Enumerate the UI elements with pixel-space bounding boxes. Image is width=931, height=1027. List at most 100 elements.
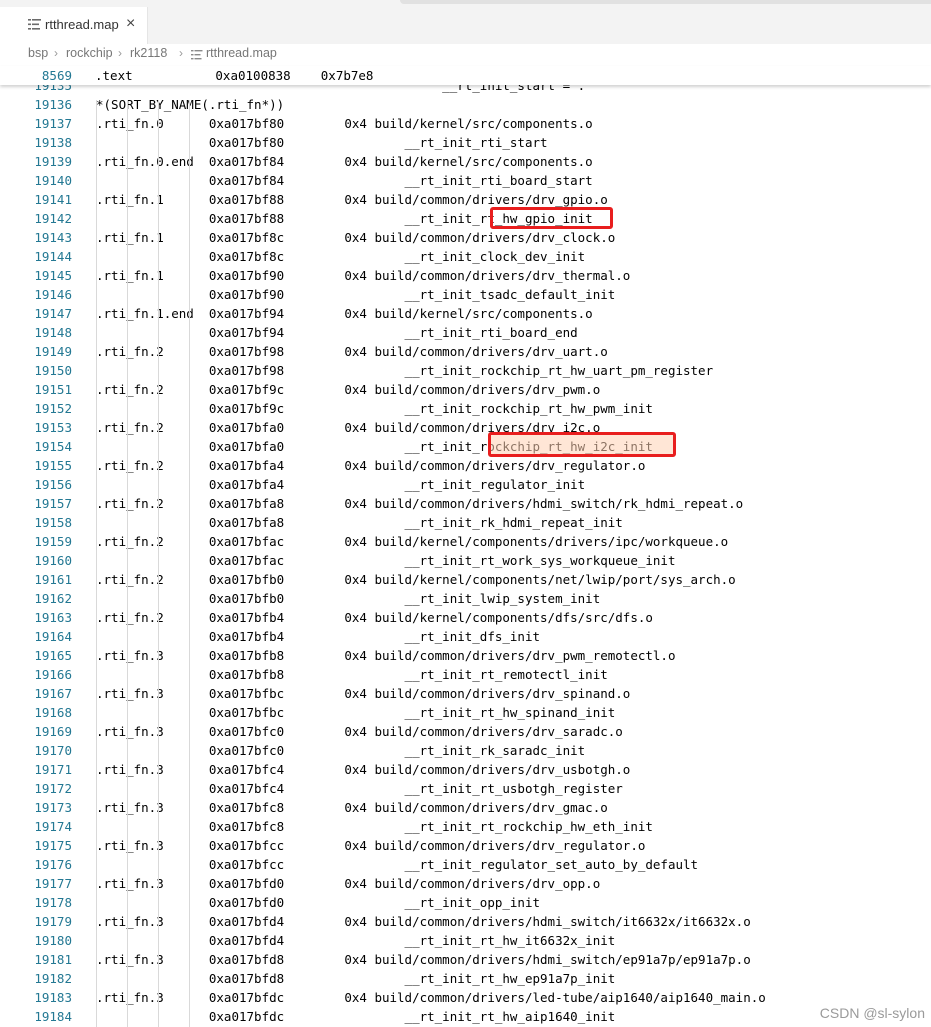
code-text: 0xa017bfbc __rt_init_rt_hw_spinand_init (96, 705, 616, 720)
code-line[interactable]: 19173 .rti_fn.3 0xa017bfc8 0x4 build/comm… (0, 798, 931, 817)
code-line[interactable]: 19164 0xa017bfb4 __rt_init_dfs_init (0, 627, 931, 646)
code-line[interactable]: 19151 .rti_fn.2 0xa017bf9c 0x4 build/comm… (0, 380, 931, 399)
line-number: 8569 (41, 68, 72, 83)
code-line[interactable]: 19145 .rti_fn.1 0xa017bf90 0x4 build/comm… (0, 266, 931, 285)
sticky-scroll-line[interactable]: 8569 .text 0xa0100838 0x7b7e8 (0, 66, 931, 85)
code-line[interactable]: 19148 0xa017bf94 __rt_init_rti_board_end (0, 323, 931, 342)
code-line[interactable]: 19152 0xa017bf9c __rt_init_rockchip_rt_h… (0, 399, 931, 418)
code-line[interactable]: 19175 .rti_fn.3 0xa017bfcc 0x4 build/comm… (0, 836, 931, 855)
code-editor[interactable]: 19135 __rt_init_start = . 19136 *(SORT_BY_… (0, 76, 931, 1027)
code-line[interactable]: 19169 .rti_fn.3 0xa017bfc0 0x4 build/comm… (0, 722, 931, 741)
code-line[interactable]: 19144 0xa017bf8c __rt_init_clock_dev_ini… (0, 247, 931, 266)
breadcrumb-item-rk2118[interactable]: rk2118 (130, 46, 167, 60)
code-line[interactable]: 19137 .rti_fn.0 0xa017bf80 0x4 build/kern… (0, 114, 931, 133)
code-text: 0xa017bf94 __rt_init_rti_board_end (96, 325, 578, 340)
line-number: 19144 (34, 249, 72, 264)
code-line[interactable]: 19147 .rti_fn.1.end 0xa017bf94 0x4 build/… (0, 304, 931, 323)
code-text: .rti_fn.3 0xa017bfd0 0x4 build/common/dr… (96, 876, 601, 891)
code-text: 0xa017bfcc __rt_init_regulator_set_auto_… (96, 857, 699, 872)
code-line[interactable]: 19183 .rti_fn.3 0xa017bfdc 0x4 build/comm… (0, 988, 931, 1007)
code-line[interactable]: 19180 0xa017bfd4 __rt_init_rt_hw_it6632x… (0, 931, 931, 950)
code-line[interactable]: 19141 .rti_fn.1 0xa017bf88 0x4 build/comm… (0, 190, 931, 209)
code-line[interactable]: 19150 0xa017bf98 __rt_init_rockchip_rt_h… (0, 361, 931, 380)
code-line[interactable]: 19170 0xa017bfc0 __rt_init_rk_saradc_ini… (0, 741, 931, 760)
code-line[interactable]: 19138 0xa017bf80 __rt_init_rti_start (0, 133, 931, 152)
code-line[interactable]: 19136 *(SORT_BY_NAME(.rti_fn*)) (0, 95, 931, 114)
code-text: .rti_fn.3 0xa017bfc8 0x4 build/common/dr… (96, 800, 608, 815)
code-line[interactable]: 19181 .rti_fn.3 0xa017bfd8 0x4 build/comm… (0, 950, 931, 969)
line-number: 19159 (34, 534, 72, 549)
code-line[interactable]: 19139 .rti_fn.0.end 0xa017bf84 0x4 build/… (0, 152, 931, 171)
code-line[interactable]: 19178 0xa017bfd0 __rt_init_opp_init (0, 893, 931, 912)
code-line[interactable]: 19154 0xa017bfa0 __rt_init_rockchip_rt_h… (0, 437, 931, 456)
code-line[interactable]: 19177 .rti_fn.3 0xa017bfd0 0x4 build/comm… (0, 874, 931, 893)
line-number: 19183 (34, 990, 72, 1005)
code-line[interactable]: 19158 0xa017bfa8 __rt_init_rk_hdmi_repea… (0, 513, 931, 532)
code-text: .rti_fn.2 0xa017bf9c 0x4 build/common/dr… (96, 382, 601, 397)
code-line[interactable]: 19143 .rti_fn.1 0xa017bf8c 0x4 build/comm… (0, 228, 931, 247)
line-number: 19174 (34, 819, 72, 834)
code-line[interactable]: 19166 0xa017bfb8 __rt_init_rt_remotectl_… (0, 665, 931, 684)
code-text: .rti_fn.3 0xa017bfc4 0x4 build/common/dr… (96, 762, 631, 777)
code-line[interactable]: 19161 .rti_fn.2 0xa017bfb0 0x4 build/kern… (0, 570, 931, 589)
line-number: 19173 (34, 800, 72, 815)
code-line[interactable]: 19168 0xa017bfbc __rt_init_rt_hw_spinand… (0, 703, 931, 722)
code-line[interactable]: 19165 .rti_fn.3 0xa017bfb8 0x4 build/comm… (0, 646, 931, 665)
code-text: 0xa017bfa8 __rt_init_rk_hdmi_repeat_init (96, 515, 623, 530)
code-text: *(SORT_BY_NAME(.rti_fn*)) (96, 97, 285, 112)
code-line[interactable]: 19182 0xa017bfd8 __rt_init_rt_hw_ep91a7p… (0, 969, 931, 988)
code-text: .rti_fn.0 0xa017bf80 0x4 build/kernel/sr… (96, 116, 593, 131)
code-text: 0xa017bfb4 __rt_init_dfs_init (96, 629, 541, 644)
code-line[interactable]: 19155 .rti_fn.2 0xa017bfa4 0x4 build/comm… (0, 456, 931, 475)
line-number: 19179 (34, 914, 72, 929)
line-number: 19164 (34, 629, 72, 644)
code-line[interactable]: 19172 0xa017bfc4 __rt_init_rt_usbotgh_re… (0, 779, 931, 798)
code-line[interactable]: 19171 .rti_fn.3 0xa017bfc4 0x4 build/comm… (0, 760, 931, 779)
line-number: 19178 (34, 895, 72, 910)
code-line[interactable]: 19149 .rti_fn.2 0xa017bf98 0x4 build/comm… (0, 342, 931, 361)
code-line[interactable]: 19184 0xa017bfdc __rt_init_rt_hw_aip1640… (0, 1007, 931, 1026)
breadcrumb-item-bsp[interactable]: bsp (28, 46, 48, 60)
code-line[interactable]: 19179 .rti_fn.3 0xa017bfd4 0x4 build/comm… (0, 912, 931, 931)
line-number: 19184 (34, 1009, 72, 1024)
line-number: 19143 (34, 230, 72, 245)
tab-bar: rtthread.map × (0, 0, 931, 44)
code-text: .rti_fn.2 0xa017bfac 0x4 build/kernel/co… (96, 534, 729, 549)
code-line[interactable]: 19157 .rti_fn.2 0xa017bfa8 0x4 build/comm… (0, 494, 931, 513)
line-number: 19140 (34, 173, 72, 188)
code-line[interactable]: 19174 0xa017bfc8 __rt_init_rt_rockchip_h… (0, 817, 931, 836)
line-number: 19149 (34, 344, 72, 359)
line-number: 19170 (34, 743, 72, 758)
code-text: .rti_fn.2 0xa017bf98 0x4 build/common/dr… (96, 344, 608, 359)
line-number: 19152 (34, 401, 72, 416)
code-line[interactable]: 19167 .rti_fn.3 0xa017bfbc 0x4 build/comm… (0, 684, 931, 703)
code-line[interactable]: 19140 0xa017bf84 __rt_init_rti_board_sta… (0, 171, 931, 190)
line-number: 19180 (34, 933, 72, 948)
tab-rtthread-map[interactable]: rtthread.map × (0, 7, 148, 44)
close-icon[interactable]: × (126, 15, 135, 33)
code-text: .rti_fn.3 0xa017bfbc 0x4 build/common/dr… (96, 686, 631, 701)
breadcrumb-item-rockchip[interactable]: rockchip (66, 46, 113, 60)
indent-guide (96, 100, 97, 1027)
code-line[interactable]: 19162 0xa017bfb0 __rt_init_lwip_system_i… (0, 589, 931, 608)
line-number: 19176 (34, 857, 72, 872)
code-line[interactable]: 19142 0xa017bf88 __rt_init_rt_hw_gpio_in… (0, 209, 931, 228)
code-line[interactable]: 19146 0xa017bf90 __rt_init_tsadc_default… (0, 285, 931, 304)
code-line[interactable]: 19159 .rti_fn.2 0xa017bfac 0x4 build/kern… (0, 532, 931, 551)
code-text: 0xa017bfb0 __rt_init_lwip_system_init (96, 591, 601, 606)
breadcrumb-item-file[interactable]: rtthread.map (206, 46, 277, 60)
line-number: 19169 (34, 724, 72, 739)
code-text: .rti_fn.2 0xa017bfb0 0x4 build/kernel/co… (96, 572, 736, 587)
code-text: 0xa017bfc8 __rt_init_rt_rockchip_hw_eth_… (96, 819, 653, 834)
code-line[interactable]: 19163 .rti_fn.2 0xa017bfb4 0x4 build/kern… (0, 608, 931, 627)
line-number: 19163 (34, 610, 72, 625)
code-text: 0xa017bfa4 __rt_init_regulator_init (96, 477, 586, 492)
code-text: 0xa017bfac __rt_init_rt_work_sys_workque… (96, 553, 676, 568)
highlight-box-gpio-init (490, 207, 613, 229)
code-line[interactable]: 19156 0xa017bfa4 __rt_init_regulator_ini… (0, 475, 931, 494)
code-line[interactable]: 19160 0xa017bfac __rt_init_rt_work_sys_w… (0, 551, 931, 570)
code-text: .rti_fn.3 0xa017bfb8 0x4 build/common/dr… (96, 648, 676, 663)
code-line[interactable]: 19176 0xa017bfcc __rt_init_regulator_set… (0, 855, 931, 874)
code-line[interactable]: 19153 .rti_fn.2 0xa017bfa0 0x4 build/comm… (0, 418, 931, 437)
line-number: 19145 (34, 268, 72, 283)
